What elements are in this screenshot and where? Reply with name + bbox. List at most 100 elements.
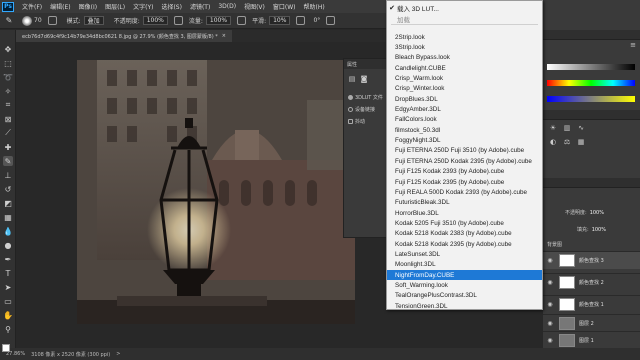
dither-checkbox[interactable]	[348, 119, 353, 124]
layer-opacity-value[interactable]: 100%	[590, 210, 604, 216]
layer-thumbnail[interactable]	[559, 317, 575, 330]
load-3d-lut-item[interactable]: ✔ 载入 3D LUT...	[387, 2, 542, 13]
eraser-tool-icon[interactable]: ◩	[3, 198, 13, 208]
visibility-eye-icon[interactable]: ◉	[543, 337, 557, 344]
menu-window[interactable]: 窗口(W)	[273, 2, 296, 11]
lut-menu-item[interactable]: Bleach Bypass.look	[387, 53, 542, 63]
lut-menu-item[interactable]: Crisp_Winter.look	[387, 84, 542, 94]
blur-tool-icon[interactable]: 💧	[3, 226, 13, 236]
menu-layer[interactable]: 图层(L)	[105, 2, 125, 11]
lut-menu-item[interactable]: Kodak 5218 Kodak 2395 (by Adobe).cube	[387, 239, 542, 249]
lut-menu-item[interactable]: EdgyAmber.3DL	[387, 104, 542, 114]
shape-tool-icon[interactable]: ▭	[3, 296, 13, 306]
dodge-tool-icon[interactable]: ●	[3, 240, 13, 250]
visibility-eye-icon[interactable]: ◉	[543, 320, 557, 327]
layer-row-color-lookup-2[interactable]: ◉ 颜色查找 2	[543, 273, 640, 291]
panel-menu-icon[interactable]: ≡	[629, 41, 637, 49]
pressure-opacity-icon[interactable]	[173, 16, 183, 25]
foreground-color-swatch[interactable]	[2, 344, 10, 352]
lut-menu-item[interactable]: Fuji ETERNA 250D Fuji 3510 (by Adobe).cu…	[387, 146, 542, 156]
lut-menu-item[interactable]: Crisp_Warm.look	[387, 73, 542, 83]
lasso-tool-icon[interactable]: ➰	[3, 72, 13, 82]
lut-menu-item[interactable]: HorrorBlue.3DL	[387, 208, 542, 218]
lut-menu-item[interactable]: NightFromDay.CUBE	[387, 270, 542, 281]
menu-3d[interactable]: 3D(D)	[218, 3, 236, 10]
lut-menu-item[interactable]: Moonlight.3DL	[387, 260, 542, 270]
menu-type[interactable]: 文字(Y)	[133, 2, 153, 11]
lut-menu-item[interactable]: DropBlues.3DL	[387, 94, 542, 104]
path-select-tool-icon[interactable]: ➤	[3, 282, 13, 292]
visibility-eye-icon[interactable]: ◉	[543, 279, 557, 286]
brush-tool-preset-icon[interactable]: ✎	[4, 16, 14, 26]
move-tool-icon[interactable]: ✥	[3, 44, 13, 54]
lut-menu-item[interactable]: FuturisticBleak.3DL	[387, 198, 542, 208]
crop-tool-icon[interactable]: ⌗	[3, 100, 13, 110]
history-brush-tool-icon[interactable]: ↺	[3, 184, 13, 194]
brush-tool-icon[interactable]: ✎	[3, 156, 13, 166]
lut-menu-item[interactable]: FallColors.look	[387, 115, 542, 125]
menu-select[interactable]: 选择(S)	[161, 2, 182, 11]
healing-brush-tool-icon[interactable]: ✚	[3, 142, 13, 152]
menu-file[interactable]: 文件(F)	[22, 2, 42, 11]
airbrush-icon[interactable]	[237, 16, 247, 25]
angle-value[interactable]: 0°	[313, 17, 320, 24]
visibility-eye-icon[interactable]: ◉	[543, 257, 557, 264]
lut-file-radio[interactable]	[348, 95, 353, 100]
document-image[interactable]	[77, 60, 355, 324]
hand-tool-icon[interactable]: ✋	[3, 310, 13, 320]
layer-row-layer-1[interactable]: ◉ 图层 1	[543, 331, 640, 349]
eyedropper-tool-icon[interactable]: ⟋	[3, 128, 13, 138]
lut-menu-item[interactable]: Kodak 5205 Fuji 3510 (by Adobe).cube	[387, 218, 542, 228]
marquee-tool-icon[interactable]: ⬚	[3, 58, 13, 68]
layer-row-layer-2[interactable]: ◉ 图层 2	[543, 314, 640, 332]
menu-edit[interactable]: 编辑(E)	[50, 2, 70, 11]
color-slider-2[interactable]	[547, 80, 635, 86]
flow-field[interactable]: 100%	[205, 16, 232, 25]
layer-row-color-lookup-3[interactable]: ◉ 颜色查找 3	[543, 251, 640, 269]
lut-menu-item[interactable]: FoggyNight.3DL	[387, 136, 542, 146]
color-lookup-icon[interactable]: ▦	[577, 138, 585, 146]
color-slider-3[interactable]	[547, 96, 635, 102]
layer-mask-thumbnail[interactable]	[559, 276, 575, 289]
lut-menu-item[interactable]: 2Strip.look	[387, 32, 542, 42]
lut-menu-item[interactable]: Fuji F125 Kodak 2393 (by Adobe).cube	[387, 167, 542, 177]
lut-menu-item[interactable]: filmstock_50.3dl	[387, 125, 542, 135]
levels-icon[interactable]: ▥	[563, 124, 571, 132]
lut-menu-item[interactable]: TensionGreen.3DL	[387, 301, 542, 311]
device-link-radio[interactable]	[348, 107, 353, 112]
mask-icon[interactable]: ◙	[360, 75, 368, 83]
dither-option[interactable]: 抖动	[348, 118, 365, 125]
layer-mask-thumbnail[interactable]	[559, 254, 575, 267]
hue-saturation-icon[interactable]: ◐	[549, 138, 557, 146]
smoothing-options-icon[interactable]	[296, 16, 306, 25]
brush-panel-icon[interactable]	[47, 16, 57, 25]
lut-menu-item[interactable]: Fuji F125 Kodak 2395 (by Adobe).cube	[387, 177, 542, 187]
frame-tool-icon[interactable]: ⊠	[3, 114, 13, 124]
lut-menu-item[interactable]: Kodak 5218 Kodak 2383 (by Adobe).cube	[387, 229, 542, 239]
layer-thumbnail[interactable]	[559, 334, 575, 347]
menu-help[interactable]: 帮助(H)	[304, 2, 325, 11]
pen-tool-icon[interactable]: ✒	[3, 254, 13, 264]
opacity-field[interactable]: 100%	[142, 16, 168, 25]
device-link-option[interactable]: 设备链接	[348, 106, 375, 113]
type-tool-icon[interactable]: T	[3, 268, 13, 278]
gradient-tool-icon[interactable]: ▦	[3, 212, 13, 222]
close-tab-icon[interactable]: ×	[222, 33, 226, 39]
lut-menu-item[interactable]: TealOrangePlusContrast.3DL	[387, 291, 542, 301]
lut-menu-item[interactable]: Fuji ETERNA 250D Kodak 2395 (by Adobe).c…	[387, 156, 542, 166]
menu-view[interactable]: 视图(V)	[244, 2, 265, 11]
document-tab[interactable]: ecb76d7d69c4f9c14b79e34d8bc0621 8.jpg @ …	[16, 30, 232, 42]
layer-fill-value[interactable]: 100%	[592, 227, 606, 233]
layer-row-color-lookup-1[interactable]: ◉ 颜色查找 1	[543, 295, 640, 313]
mode-select[interactable]: 叠加	[83, 16, 104, 25]
zoom-tool-icon[interactable]: ⚲	[3, 324, 13, 334]
color-balance-icon[interactable]: ⚖	[563, 138, 571, 146]
brush-preview-icon[interactable]	[22, 15, 32, 26]
visibility-eye-icon[interactable]: ◉	[543, 301, 557, 308]
lut-file-option[interactable]: 3DLUT 文件	[348, 94, 383, 101]
status-menu-arrow[interactable]: >	[116, 351, 120, 357]
menu-image[interactable]: 图像(I)	[79, 2, 97, 11]
brightness-icon[interactable]: ☀	[549, 124, 557, 132]
lut-menu-item[interactable]: Fuji REALA 500D Kodak 2393 (by Adobe).cu…	[387, 187, 542, 197]
curves-icon[interactable]: ∿	[577, 124, 585, 132]
